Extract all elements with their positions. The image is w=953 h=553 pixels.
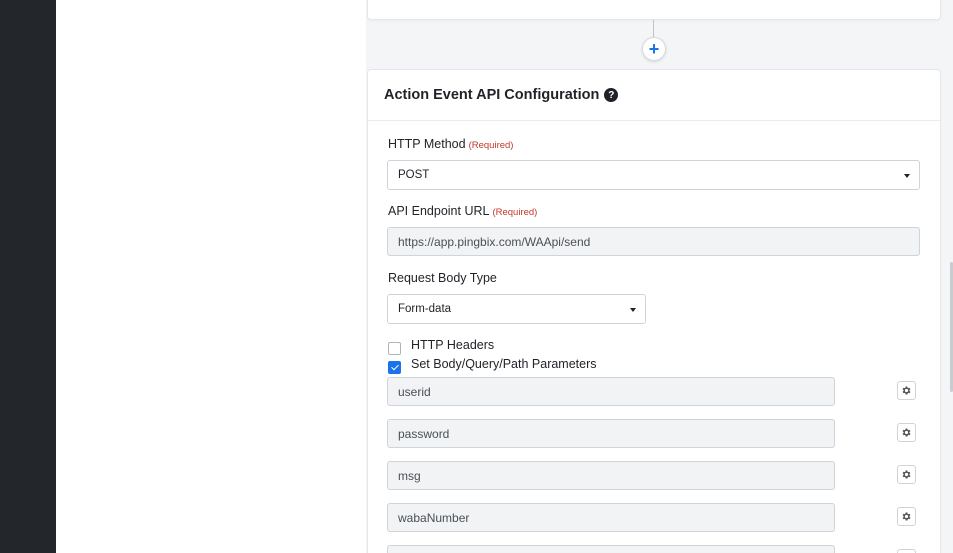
http-method-label: HTTP Method (Required) [388, 137, 514, 151]
left-panel [56, 0, 366, 553]
param-input-msg[interactable]: msg [387, 461, 835, 490]
gear-icon [902, 470, 911, 479]
step-connector [653, 20, 654, 38]
param-settings-button[interactable] [897, 549, 916, 553]
card-header: Action Event API Configuration ? [368, 70, 940, 121]
gear-icon [902, 512, 911, 521]
api-endpoint-value: https://app.pingbix.com/WAApi/send [398, 234, 591, 249]
param-settings-button[interactable] [897, 465, 916, 484]
http-headers-checkbox[interactable] [388, 342, 401, 355]
http-method-select[interactable]: POST [387, 160, 920, 190]
param-input-password[interactable]: password [387, 419, 835, 448]
param-settings-button[interactable] [897, 423, 916, 442]
previous-step-card [367, 0, 941, 20]
card-title: Action Event API Configuration [384, 87, 600, 103]
api-endpoint-input[interactable]: https://app.pingbix.com/WAApi/send [387, 227, 920, 256]
request-body-type-value: Form-data [398, 303, 452, 315]
request-body-type-label: Request Body Type [388, 271, 497, 285]
app-sidebar [0, 0, 56, 553]
required-marker: (Required) [492, 207, 538, 218]
param-input-wabanumber[interactable]: wabaNumber [387, 503, 835, 532]
param-name: userid [398, 384, 431, 399]
param-settings-button[interactable] [897, 507, 916, 526]
question-circle-icon[interactable]: ? [604, 88, 619, 102]
param-input-userid[interactable]: userid [387, 377, 835, 406]
gear-icon [902, 428, 911, 437]
request-body-type-select[interactable]: Form-data [387, 294, 646, 324]
param-input-partial[interactable] [387, 545, 835, 553]
caret-down-icon [630, 308, 636, 312]
param-name: password [398, 426, 450, 441]
plus-icon: + [648, 39, 660, 59]
http-headers-label: HTTP Headers [411, 338, 495, 352]
gear-icon [902, 386, 911, 395]
api-endpoint-label: API Endpoint URL (Required) [388, 204, 538, 218]
set-params-checkbox[interactable] [388, 361, 401, 374]
set-params-label: Set Body/Query/Path Parameters [411, 357, 597, 371]
param-name: wabaNumber [398, 510, 470, 525]
caret-down-icon [904, 174, 910, 178]
param-name: msg [398, 468, 421, 483]
add-step-button[interactable]: + [642, 37, 666, 61]
required-marker: (Required) [468, 140, 514, 151]
http-method-value: POST [398, 169, 430, 181]
param-settings-button[interactable] [897, 381, 916, 400]
